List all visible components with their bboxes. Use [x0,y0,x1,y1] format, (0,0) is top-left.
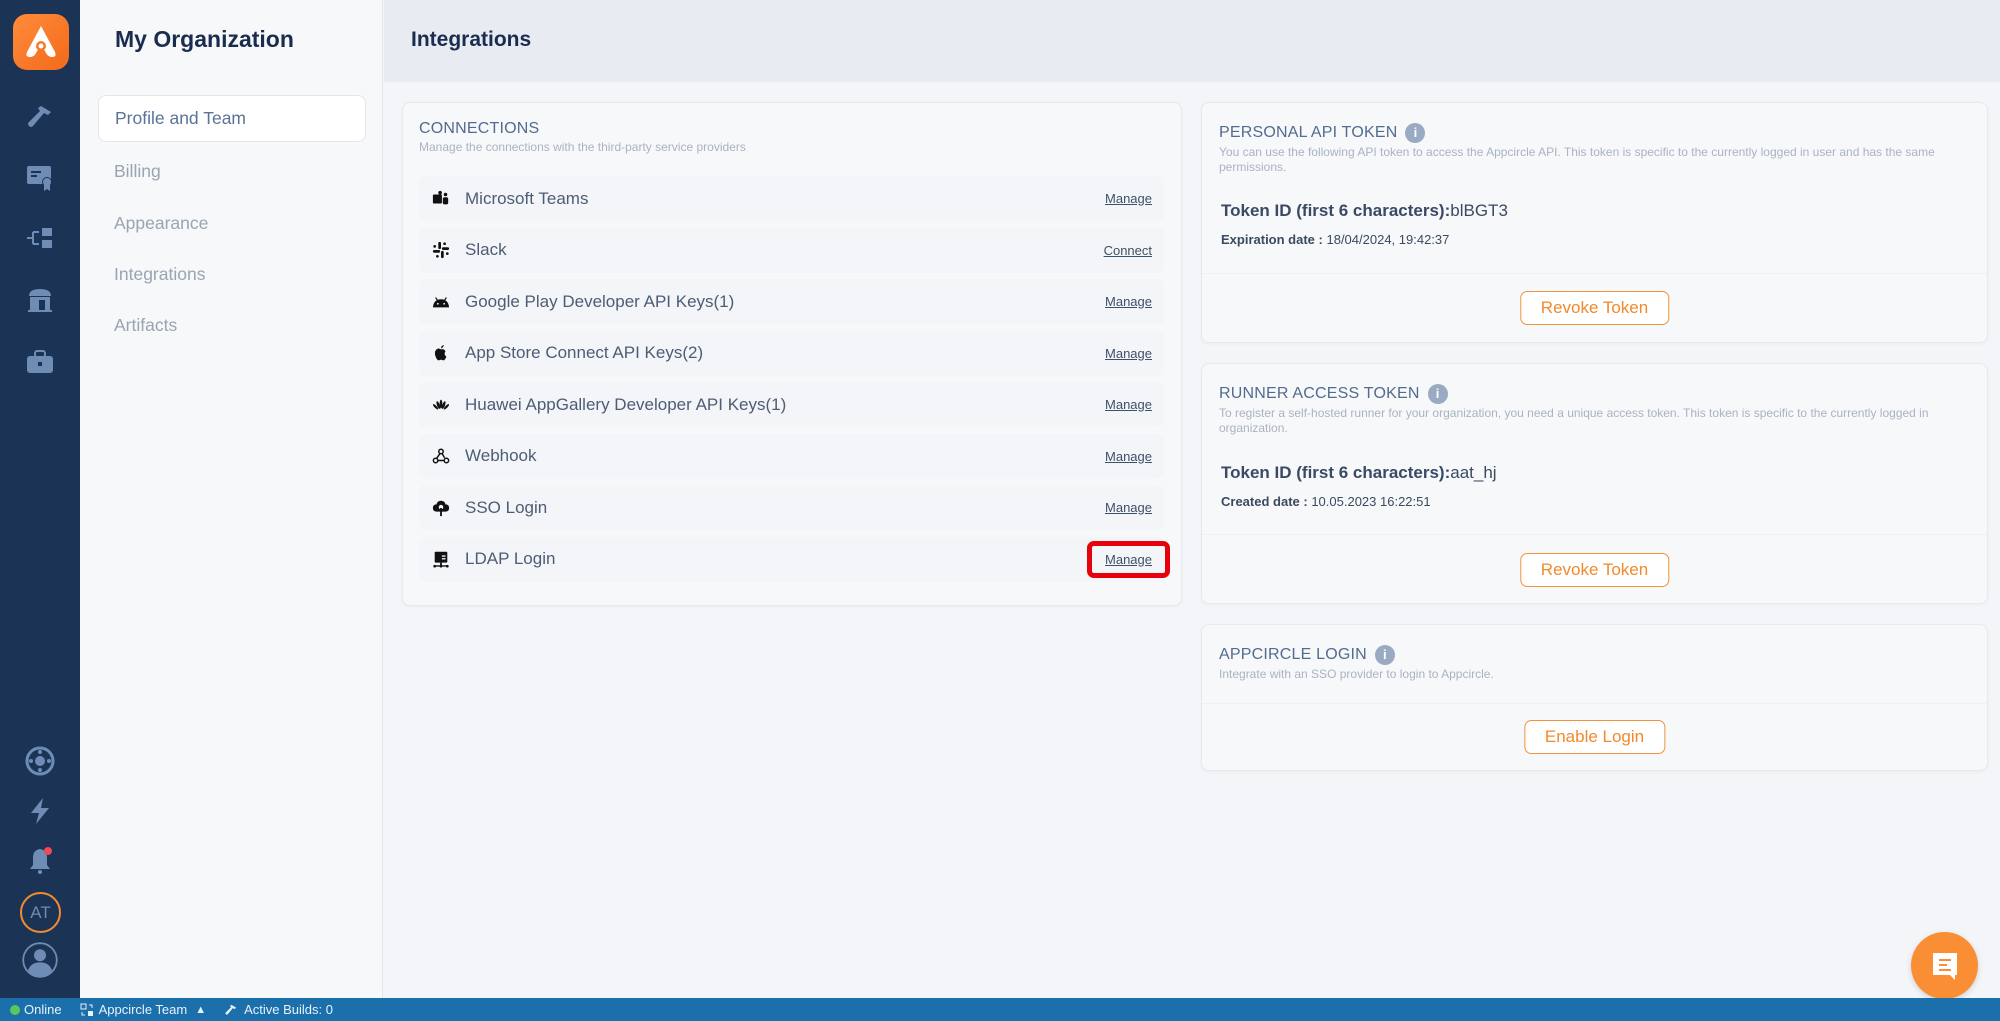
appcircle-logo-icon [26,26,56,57]
divider [1202,703,1987,704]
revoke-personal-token-button[interactable]: Revoke Token [1519,291,1670,325]
switch-team-icon [80,1003,93,1016]
chat-icon [1932,952,1957,980]
page-title: Integrations [411,28,532,51]
appcircle-login-description: Integrate with an SSO provider to login … [1219,667,1494,681]
connections-subtitle: Manage the connections with the third-pa… [419,140,746,154]
testing-portfolio-icon[interactable] [20,342,60,382]
connections-title: CONNECTIONS [419,120,540,137]
connect-slack-link[interactable]: Connect [1104,239,1152,262]
subnav-title: My Organization [115,26,294,52]
runner-access-token-card: RUNNER ACCESS TOKEN i To register a self-… [1201,363,1988,604]
connection-name: App Store Connect API Keys(2) [465,343,704,362]
connection-row-microsoft-teams: Microsoft Teams Manage [419,176,1164,221]
appcircle-login-card: APPCIRCLE LOGIN i Integrate with an SSO p… [1201,624,1988,771]
connection-row-slack: Slack Connect [419,227,1164,273]
divider [1202,273,1987,274]
chat-support-button[interactable] [1911,932,1978,999]
signing-identities-icon[interactable] [20,157,60,197]
divider [1202,534,1987,535]
token-id-label: Token ID (first 6 characters): [1221,463,1451,482]
connections-card: CONNECTIONS Manage the connections with … [402,102,1182,606]
runner-access-token-title: RUNNER ACCESS TOKEN [1219,385,1420,403]
expiration-date-label: Expiration date : [1221,232,1323,247]
personal-api-token-description: You can use the following API token to a… [1219,145,1935,174]
token-id-value: aat_hj [1450,463,1497,482]
created-date-value: 10.05.2023 16:22:51 [1311,494,1431,509]
page-header: Integrations [384,0,2000,82]
huawei-icon [431,395,451,415]
manage-webhook-link[interactable]: Manage [1105,445,1152,468]
team-switcher[interactable]: Appcircle Team ▲ [80,1002,207,1017]
subnav-item-integrations[interactable]: Integrations [98,251,366,298]
build-icon [225,1004,237,1015]
microsoft-teams-icon [431,189,451,209]
manage-sso-login-link[interactable]: Manage [1105,496,1152,519]
help-icon[interactable] [20,741,60,781]
subnav-item-appearance[interactable]: Appearance [98,200,366,247]
manage-microsoft-teams-link[interactable]: Manage [1105,187,1152,210]
enterprise-store-icon[interactable] [20,280,60,320]
organization-subnav: My Organization Profile and Team Billing… [80,0,383,998]
slack-icon [431,240,451,260]
connection-name: SSO Login [465,497,548,517]
online-indicator-icon [10,1004,20,1015]
connection-row-app-store-connect: App Store Connect API Keys(2) Manage [419,330,1164,376]
user-profile-icon[interactable] [20,940,60,980]
distribution-icon[interactable] [20,218,60,258]
subnav-item-artifacts[interactable]: Artifacts [98,302,366,349]
connection-name: Google Play Developer API Keys(1) [465,291,735,311]
enable-login-button[interactable]: Enable Login [1523,720,1666,754]
connection-name: Slack [465,240,507,259]
ldap-icon [431,549,451,569]
info-icon[interactable]: i [1427,384,1448,404]
connection-row-ldap-login: LDAP Login Manage [419,536,1170,582]
token-id-label: Token ID (first 6 characters): [1221,201,1451,220]
created-date-label: Created date : [1221,494,1308,509]
connection-name: Huawei AppGallery Developer API Keys(1) [465,394,787,414]
connection-name: Webhook [465,446,537,465]
personal-api-token-card: PERSONAL API TOKEN i You can use the foll… [1201,102,1988,343]
info-icon[interactable]: i [1374,645,1395,665]
chevron-up-icon: ▲ [195,1003,207,1016]
online-status: Online [10,1002,62,1017]
subnav-item-profile-and-team[interactable]: Profile and Team [98,95,366,142]
connection-row-huawei: Huawei AppGallery Developer API Keys(1) … [419,382,1164,427]
webhook-icon [431,446,451,466]
subnav-item-billing[interactable]: Billing [98,148,366,195]
connection-row-webhook: Webhook Manage [419,433,1164,479]
notifications-icon[interactable] [20,841,60,881]
android-icon [431,292,451,312]
active-builds[interactable]: Active Builds: 0 [224,1002,333,1017]
sso-icon [431,498,451,518]
manage-huawei-link[interactable]: Manage [1105,393,1152,416]
connection-row-sso-login: SSO Login Manage [419,485,1164,530]
token-id-value: blBGT3 [1450,201,1508,220]
revoke-runner-token-button[interactable]: Revoke Token [1519,553,1670,587]
appcircle-login-title: APPCIRCLE LOGIN [1219,646,1367,664]
manage-google-play-link[interactable]: Manage [1105,290,1152,313]
apple-icon [431,343,451,363]
connection-row-google-play: Google Play Developer API Keys(1) Manage [419,279,1164,324]
personal-api-token-title: PERSONAL API TOKEN [1219,124,1398,142]
connection-name: LDAP Login [465,549,556,568]
status-bar: Online Appcircle Team ▲ Active Builds: 0 [0,998,2000,1021]
info-icon[interactable]: i [1405,123,1426,143]
connections-list: Microsoft Teams Manage Slack Connect Goo… [419,176,1170,588]
expiration-date-value: 18/04/2024, 19:42:37 [1326,232,1450,247]
app-rail: AT [0,0,80,998]
appcircle-logo[interactable] [13,14,69,70]
whats-new-icon[interactable] [20,791,60,831]
notification-badge [44,847,52,855]
build-icon[interactable] [20,97,60,137]
manage-ldap-login-link[interactable]: Manage [1087,540,1170,578]
runner-access-token-description: To register a self-hosted runner for you… [1219,406,1929,435]
organization-avatar[interactable]: AT [20,892,61,933]
manage-app-store-connect-link[interactable]: Manage [1105,342,1152,365]
connection-name: Microsoft Teams [465,188,589,208]
